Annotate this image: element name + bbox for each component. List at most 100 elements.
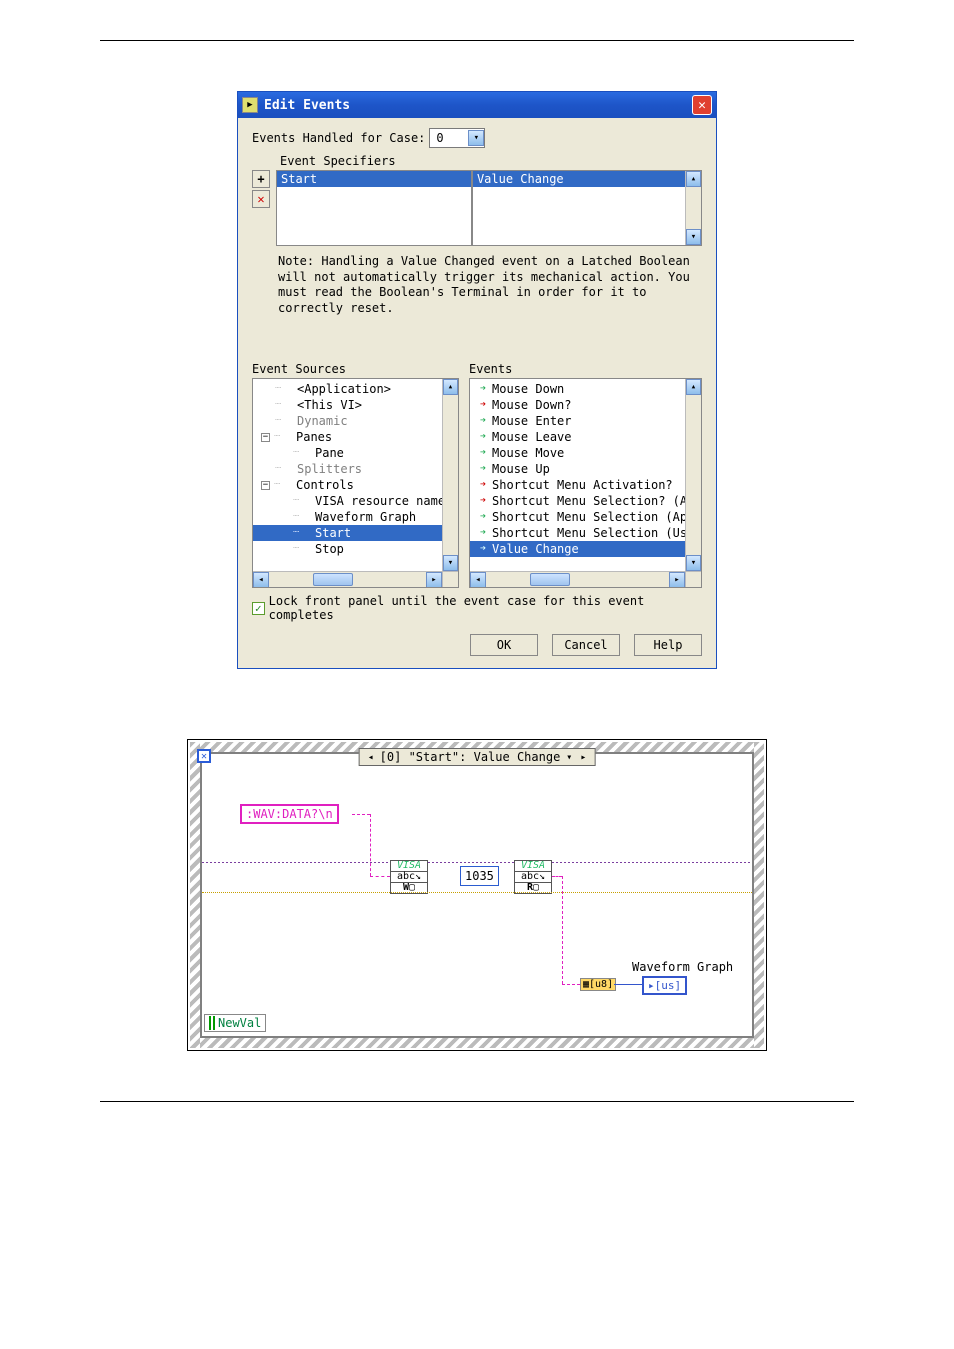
tree-item-waveform-graph[interactable]: ┈Waveform Graph (253, 509, 458, 525)
visa-read-node[interactable]: VISA abc↘ R▢ (514, 860, 552, 894)
arrow-icon: ➔ (480, 493, 486, 509)
tree-item-this-vi[interactable]: ┈<This VI> (253, 397, 458, 413)
event-structure-border (754, 742, 764, 1048)
event-item[interactable]: ➔Shortcut Menu Selection? (Ap (470, 493, 701, 509)
help-button[interactable]: Help (634, 634, 702, 656)
scroll-down-icon[interactable]: ▾ (686, 555, 701, 571)
event-item[interactable]: ➔Shortcut Menu Selection (App (470, 509, 701, 525)
scroll-up-icon[interactable]: ▴ (686, 171, 701, 187)
page-bottom-divider (100, 1101, 854, 1102)
page-top-divider (100, 40, 854, 41)
tree-item-dynamic[interactable]: ┈Dynamic (253, 413, 458, 429)
arrow-icon: ➔ (480, 381, 486, 397)
visa-wire (202, 862, 390, 863)
string-to-byte-array-node[interactable]: ▦[u8] (580, 978, 616, 991)
tree-item-panes[interactable]: −┈Panes (253, 429, 458, 445)
scroll-down-icon[interactable]: ▾ (443, 555, 458, 571)
event-item[interactable]: ➔Shortcut Menu Activation? (470, 477, 701, 493)
add-specifier-button[interactable]: + (252, 170, 270, 188)
events-vscrollbar[interactable]: ▴ ▾ (685, 379, 701, 571)
event-item[interactable]: ➔Mouse Down (470, 381, 701, 397)
scroll-left-icon[interactable]: ◂ (253, 572, 269, 588)
scroll-up-icon[interactable]: ▴ (686, 379, 701, 395)
remove-specifier-button[interactable]: ✕ (252, 190, 270, 208)
event-item[interactable]: ➔Mouse Up (470, 461, 701, 477)
window-icon: ▶ (242, 97, 258, 113)
cancel-button[interactable]: Cancel (552, 634, 620, 656)
event-sources-tree[interactable]: ┈<Application> ┈<This VI> ┈Dynamic −┈Pan… (252, 378, 459, 588)
tree-item-start[interactable]: ┈Start (253, 525, 458, 541)
numeric-constant[interactable]: 1035 (460, 866, 499, 886)
edit-events-dialog: ▶ Edit Events ✕ Events Handled for Case:… (237, 91, 717, 669)
event-item[interactable]: ➔Mouse Enter (470, 413, 701, 429)
event-item[interactable]: ➔Mouse Move (470, 445, 701, 461)
tree-item-visa-resource[interactable]: ┈VISA resource name (253, 493, 458, 509)
waveform-graph-label: Waveform Graph (632, 960, 733, 974)
terminal-icon (209, 1016, 215, 1030)
event-item-value-change[interactable]: ➔Value Change (470, 541, 701, 557)
tree-item-controls[interactable]: −┈Controls (253, 477, 458, 493)
scroll-thumb[interactable] (313, 573, 353, 586)
close-icon[interactable]: ✕ (197, 749, 211, 763)
waveform-graph-indicator[interactable]: ▸[us] (642, 976, 687, 995)
close-button[interactable]: ✕ (692, 95, 712, 115)
case-menu-icon[interactable]: ▾ (564, 752, 574, 763)
scroll-corner (685, 571, 701, 587)
dialog-body: Events Handled for Case: 0 ▾ Event Speci… (238, 118, 716, 668)
prev-case-icon[interactable]: ◂ (366, 752, 376, 763)
event-case-label: [0] "Start": Value Change (380, 750, 561, 764)
string-wire (352, 814, 370, 815)
tree-item-stop[interactable]: ┈Stop (253, 541, 458, 557)
event-item[interactable]: ➔Mouse Leave (470, 429, 701, 445)
next-case-icon[interactable]: ▸ (578, 752, 588, 763)
scroll-thumb[interactable] (530, 573, 570, 586)
event-item[interactable]: ➔Shortcut Menu Selection (Use (470, 525, 701, 541)
arrow-icon: ➔ (480, 541, 486, 557)
events-label: Events (469, 362, 702, 376)
ok-button[interactable]: OK (470, 634, 538, 656)
tree-item-pane[interactable]: ┈Pane (253, 445, 458, 461)
arrow-icon: ➔ (480, 429, 486, 445)
scroll-down-icon[interactable]: ▾ (686, 229, 701, 245)
specifier-scrollbar[interactable]: ▴ ▾ (685, 171, 701, 245)
events-list[interactable]: ➔Mouse Down ➔Mouse Down? ➔Mouse Enter ➔M… (469, 378, 702, 588)
scroll-up-icon[interactable]: ▴ (443, 379, 458, 395)
string-constant[interactable]: :WAV:DATA?\n (240, 804, 339, 824)
string-wire (562, 876, 563, 984)
visa-wire (428, 862, 514, 863)
scroll-right-icon[interactable]: ▸ (669, 572, 685, 588)
lock-panel-checkbox[interactable]: ✓ (252, 602, 265, 615)
arrow-icon: ➔ (480, 509, 486, 525)
tree-collapse-icon[interactable]: − (261, 481, 270, 490)
scroll-left-icon[interactable]: ◂ (470, 572, 486, 588)
specifier-source-list[interactable]: Start (276, 170, 472, 246)
event-item[interactable]: ➔Mouse Down? (470, 397, 701, 413)
scroll-right-icon[interactable]: ▸ (426, 572, 442, 588)
event-structure-border (190, 742, 200, 1048)
case-index-select[interactable]: 0 ▾ (429, 128, 485, 148)
event-structure-border (194, 1038, 760, 1048)
tree-hscrollbar[interactable]: ◂ ▸ (253, 571, 442, 587)
arrow-icon: ➔ (480, 413, 486, 429)
arrow-icon: ➔ (480, 445, 486, 461)
chevron-down-icon[interactable]: ▾ (468, 130, 484, 146)
specifier-event-item: Value Change (473, 171, 701, 187)
specifier-event-list[interactable]: Value Change ▴ ▾ (472, 170, 702, 246)
arrow-icon: ➔ (480, 461, 486, 477)
events-hscrollbar[interactable]: ◂ ▸ (470, 571, 685, 587)
tree-collapse-icon[interactable]: − (261, 433, 270, 442)
event-case-selector[interactable]: ◂ [0] "Start": Value Change ▾ ▸ (359, 748, 596, 766)
newval-terminal[interactable]: NewVal (204, 1014, 266, 1032)
tree-vscrollbar[interactable]: ▴ ▾ (442, 379, 458, 571)
visa-write-node[interactable]: VISA abc↘ W▢ (390, 860, 428, 894)
tree-item-splitters[interactable]: ┈Splitters (253, 461, 458, 477)
case-index-value: 0 (436, 131, 443, 145)
block-diagram: ✕ ◂ [0] "Start": Value Change ▾ ▸ :WAV:D… (187, 739, 767, 1051)
arrow-icon: ➔ (480, 477, 486, 493)
string-wire (562, 984, 580, 985)
event-specifiers-label: Event Specifiers (280, 154, 702, 168)
visa-wire (552, 862, 752, 863)
string-wire (370, 814, 371, 876)
tree-item-application[interactable]: ┈<Application> (253, 381, 458, 397)
event-structure[interactable]: ✕ ◂ [0] "Start": Value Change ▾ ▸ :WAV:D… (200, 752, 754, 1038)
